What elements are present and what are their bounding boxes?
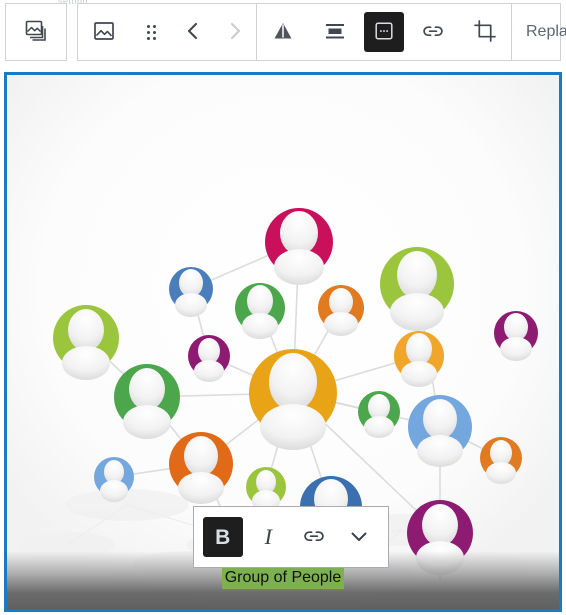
gallery-icon xyxy=(23,18,49,47)
chevron-left-icon xyxy=(182,20,204,45)
rich-text-format-toolbar: B I xyxy=(193,506,389,568)
bold-pressed-state: B xyxy=(202,517,243,557)
block-type-switcher[interactable] xyxy=(5,3,67,61)
image-caption-text[interactable]: Group of People xyxy=(221,566,345,590)
align-center-icon xyxy=(322,18,348,47)
caption-icon xyxy=(373,20,395,45)
image-block-selected[interactable]: Group of People B I xyxy=(4,72,562,612)
chevron-down-icon xyxy=(347,524,371,551)
add-caption-pressed-state xyxy=(364,12,404,52)
image-icon xyxy=(91,18,117,47)
block-toolbar-group: Replace xyxy=(77,3,566,61)
bold-icon: B xyxy=(215,525,231,549)
link-icon xyxy=(301,523,327,552)
crop-icon xyxy=(472,18,498,47)
link-icon xyxy=(420,18,446,47)
replace-button[interactable]: Replace xyxy=(512,4,566,60)
align-center-button[interactable] xyxy=(309,4,361,60)
bold-button[interactable]: B xyxy=(202,513,243,561)
chevron-right-icon xyxy=(224,20,246,45)
insert-link-button[interactable] xyxy=(407,4,459,60)
drag-handle-button[interactable] xyxy=(130,4,172,60)
crop-button[interactable] xyxy=(459,4,511,60)
more-options-button[interactable] xyxy=(339,513,379,561)
gallery-block-button[interactable] xyxy=(10,4,62,60)
drag-handle-icon xyxy=(146,24,156,40)
add-caption-button[interactable] xyxy=(361,4,407,60)
move-right-button[interactable] xyxy=(214,4,256,60)
triangle-icon xyxy=(270,18,296,47)
italic-button[interactable]: I xyxy=(248,513,288,561)
move-left-button[interactable] xyxy=(172,4,214,60)
block-toolbar: setting Repla xyxy=(0,0,566,64)
link-button[interactable] xyxy=(294,513,334,561)
change-alignment-button[interactable] xyxy=(257,4,309,60)
editor-canvas: setting Repla Group of People B I xyxy=(0,0,566,615)
image-block-type-button[interactable] xyxy=(78,4,130,60)
italic-icon: I xyxy=(264,524,272,549)
